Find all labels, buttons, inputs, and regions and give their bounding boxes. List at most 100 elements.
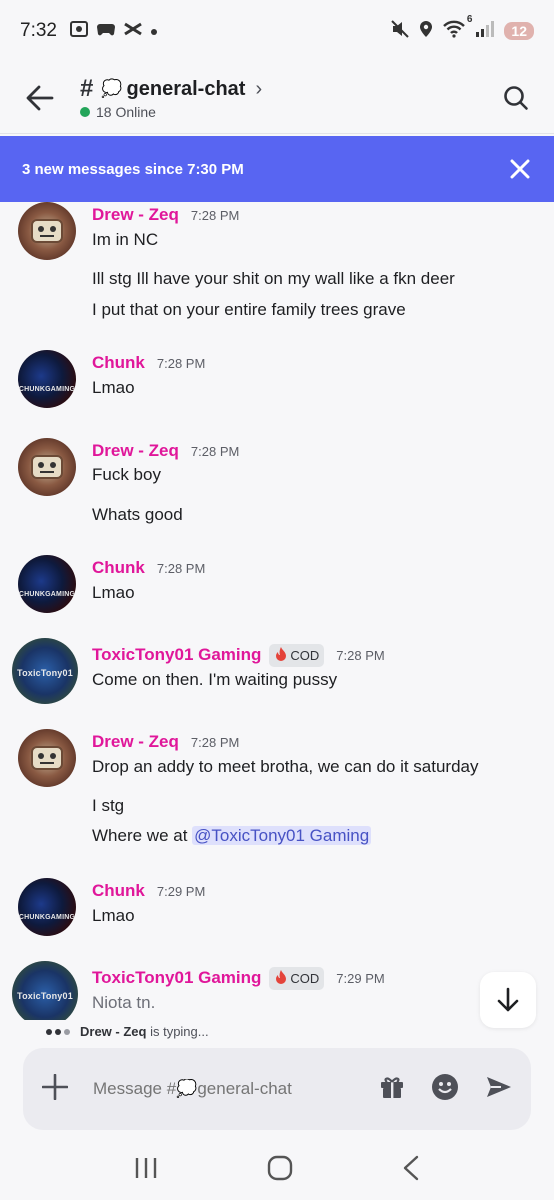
- message-text[interactable]: Niota tn.: [92, 993, 155, 1013]
- message-text[interactable]: Whats good: [92, 505, 183, 525]
- message-group: Drew - Zeq 7:28 PM Fuck boy Whats good: [0, 438, 554, 538]
- home-button[interactable]: [267, 1155, 293, 1186]
- avatar[interactable]: CHUNKGAMING: [18, 878, 76, 936]
- add-attachment-button[interactable]: [41, 1071, 69, 1108]
- wifi-label: 6: [466, 13, 473, 25]
- wifi-icon: 6: [442, 14, 472, 43]
- timestamp: 7:28 PM: [156, 355, 206, 371]
- location-icon: [419, 20, 433, 43]
- close-icon: [510, 159, 530, 179]
- timestamp: 7:28 PM: [190, 207, 240, 223]
- message-text[interactable]: I stg: [92, 796, 124, 816]
- author-name[interactable]: Drew - Zeq: [92, 732, 179, 752]
- mention-prefix: Where we at: [92, 826, 193, 845]
- avatar[interactable]: ToxicTony01: [12, 638, 78, 704]
- banner-close-button[interactable]: [508, 157, 532, 181]
- guild-tag-text: COD: [290, 647, 320, 663]
- guild-tag-badge[interactable]: COD: [269, 966, 325, 990]
- jump-to-present-button[interactable]: [480, 972, 536, 1028]
- message-text[interactable]: Fuck boy: [92, 465, 161, 485]
- timestamp: 7:29 PM: [156, 883, 206, 899]
- typing-dots-icon: [46, 1028, 70, 1035]
- plus-icon: [41, 1073, 69, 1100]
- author-name[interactable]: ToxicTony01 Gaming: [92, 968, 261, 988]
- back-arrow-icon: [26, 85, 54, 110]
- user-mention[interactable]: @ToxicTony01 Gaming: [192, 826, 372, 845]
- message-group: Drew - Zeq 7:28 PM Drop an addy to meet …: [0, 729, 554, 859]
- author-row: Chunk 7:29 PM: [92, 878, 205, 904]
- message-text[interactable]: Im in NC: [92, 230, 158, 250]
- channel-title-row: # 💭 general-chat ›: [80, 75, 262, 103]
- recents-icon: [136, 1157, 157, 1178]
- message-list[interactable]: Drew - Zeq 7:28 PM Im in NC Ill stg Ill …: [0, 202, 554, 1020]
- message-text[interactable]: Come on then. I'm waiting pussy: [92, 670, 337, 690]
- message-text[interactable]: Drop an addy to meet brotha, we can do i…: [92, 757, 479, 777]
- new-messages-banner[interactable]: 3 new messages since 7:30 PM: [0, 136, 554, 202]
- gift-button[interactable]: [379, 1074, 405, 1105]
- channel-emoji-icon: 💭: [101, 79, 123, 98]
- search-icon: [504, 85, 528, 110]
- flame-icon: [274, 969, 288, 988]
- avatar-text: ToxicTony01: [17, 991, 73, 1001]
- message-text[interactable]: Lmao: [92, 378, 135, 398]
- timestamp: 7:29 PM: [336, 970, 385, 986]
- author-name[interactable]: Chunk: [92, 353, 145, 373]
- composer-actions: [379, 1073, 513, 1106]
- search-button[interactable]: [498, 80, 534, 116]
- avatar[interactable]: CHUNKGAMING: [18, 555, 76, 613]
- status-bar: 7:32 6 12: [0, 0, 554, 62]
- avatar-image-icon: [31, 219, 63, 243]
- author-row: ToxicTony01 Gaming COD 7:28 PM: [92, 642, 385, 668]
- battery-indicator: 12: [504, 22, 534, 40]
- hash-icon: #: [80, 75, 94, 102]
- avatar[interactable]: CHUNKGAMING: [18, 350, 76, 408]
- message-text[interactable]: I put that on your entire family trees g…: [92, 300, 406, 320]
- home-icon: [267, 1155, 293, 1180]
- recents-button[interactable]: [134, 1157, 158, 1184]
- author-name[interactable]: Drew - Zeq: [92, 205, 179, 225]
- online-count: 18 Online: [96, 104, 156, 120]
- author-name[interactable]: ToxicTony01 Gaming: [92, 645, 261, 665]
- author-row: Drew - Zeq 7:28 PM: [92, 729, 239, 755]
- message-group: ToxicTony01 ToxicTony01 Gaming COD 7:28 …: [0, 638, 554, 712]
- gamepad-icon: [96, 21, 116, 41]
- message-text[interactable]: Lmao: [92, 583, 135, 603]
- typing-user: Drew - Zeq: [80, 1024, 147, 1039]
- avatar-image-icon: [31, 746, 63, 770]
- guild-tag-text: COD: [290, 970, 320, 986]
- avatar[interactable]: ToxicTony01: [12, 961, 78, 1020]
- avatar-text: CHUNKGAMING: [18, 386, 76, 393]
- online-status: 18 Online: [80, 104, 262, 120]
- message-text[interactable]: Lmao: [92, 906, 135, 926]
- channel-header: # 💭 general-chat › 18 Online: [0, 62, 554, 134]
- system-icons: 6 12: [390, 14, 534, 43]
- notification-icons: [69, 20, 158, 42]
- new-messages-text: 3 new messages since 7:30 PM: [22, 160, 244, 178]
- avatar[interactable]: [18, 438, 76, 496]
- author-row: Chunk 7:28 PM: [92, 350, 205, 376]
- avatar[interactable]: [18, 202, 76, 260]
- send-icon: [487, 1076, 511, 1097]
- guild-tag-badge[interactable]: COD: [269, 643, 325, 667]
- author-name[interactable]: Chunk: [92, 558, 145, 578]
- channel-info[interactable]: # 💭 general-chat › 18 Online: [80, 75, 262, 120]
- send-button[interactable]: [485, 1075, 513, 1104]
- message-text[interactable]: Ill stg Ill have your shit on my wall li…: [92, 269, 455, 289]
- timestamp: 7:28 PM: [336, 647, 385, 663]
- author-row: Chunk 7:28 PM: [92, 555, 205, 581]
- author-row: Drew - Zeq 7:28 PM: [92, 202, 239, 228]
- message-input[interactable]: [93, 1079, 313, 1099]
- timestamp: 7:28 PM: [156, 560, 206, 576]
- back-button[interactable]: [20, 78, 60, 118]
- system-nav-bar: [0, 1140, 554, 1200]
- author-name[interactable]: Chunk: [92, 881, 145, 901]
- message-group: Drew - Zeq 7:28 PM Im in NC Ill stg Ill …: [0, 202, 554, 332]
- timestamp: 7:28 PM: [190, 443, 240, 459]
- avatar-text: ToxicTony01: [17, 668, 73, 678]
- message-text-with-mention[interactable]: Where we at @ToxicTony01 Gaming: [92, 826, 372, 846]
- back-nav-button[interactable]: [402, 1155, 420, 1186]
- avatar[interactable]: [18, 729, 76, 787]
- chevron-right-icon: ›: [255, 77, 263, 100]
- author-name[interactable]: Drew - Zeq: [92, 441, 179, 461]
- emoji-button[interactable]: [431, 1073, 459, 1106]
